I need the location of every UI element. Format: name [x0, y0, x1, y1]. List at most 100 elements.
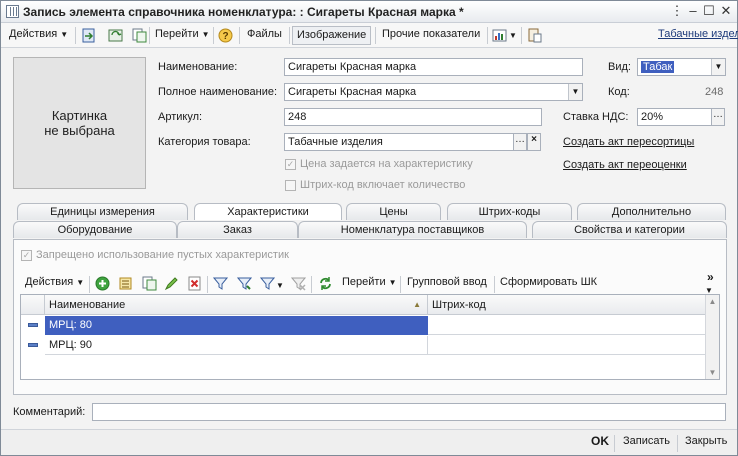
group-link[interactable]: Табачные изделия	[654, 26, 738, 45]
actions-menu[interactable]: Действия ▼	[5, 26, 72, 45]
column-header-barcode[interactable]: Штрих-код	[428, 295, 706, 315]
revaluation-act-link[interactable]: Создать акт переоценки	[563, 159, 687, 171]
toolbar-separator	[239, 27, 240, 44]
forbid-empty-checkbox[interactable]: ✓	[21, 250, 32, 261]
window-title: Запись элемента справочника номенклатура…	[23, 5, 464, 19]
tab-characteristics[interactable]: Характеристики	[194, 203, 342, 220]
scroll-down-icon[interactable]: ▼	[706, 368, 719, 377]
panel-goto-menu[interactable]: Перейти ▼	[338, 274, 401, 293]
forbid-empty-label: Запрещено использование пустых характери…	[36, 249, 289, 261]
toolbar-separator	[521, 27, 522, 44]
save-and-close-icon[interactable]	[81, 28, 96, 43]
category-input[interactable]: Табачные изделия	[284, 133, 514, 151]
report-icon[interactable]	[492, 28, 507, 43]
row-marker-header	[21, 295, 45, 315]
panel-actions-menu[interactable]: Действия ▼	[21, 274, 88, 293]
scroll-up-icon[interactable]: ▲	[706, 297, 719, 306]
footer-separator	[677, 435, 678, 452]
tab-equipment[interactable]: Оборудование	[13, 221, 177, 238]
vertical-scrollbar[interactable]: ▲ ▼	[705, 295, 719, 379]
barcode-includes-qty-label: Штрих-код включает количество	[300, 179, 466, 191]
chevron-down-icon[interactable]: ▼	[568, 84, 582, 100]
cell-name[interactable]: МРЦ: 90	[45, 336, 428, 355]
barcode-includes-qty-checkbox[interactable]	[285, 180, 296, 191]
tab-supplier-nomenclature[interactable]: Номенклатура поставщиков	[298, 221, 527, 238]
edit-icon[interactable]	[164, 276, 179, 291]
delete-icon[interactable]	[187, 276, 202, 291]
close-window-button[interactable]: ✕	[718, 4, 734, 19]
clear-icon[interactable]: ×	[527, 133, 541, 151]
name-input[interactable]: Сигареты Красная марка	[284, 58, 583, 76]
record-window: Запись элемента справочника номенклатура…	[0, 0, 738, 456]
tab-properties-categories[interactable]: Свойства и категории	[532, 221, 727, 238]
cell-barcode[interactable]	[428, 336, 706, 355]
copy-icon[interactable]	[132, 28, 147, 43]
info-icon[interactable]: ⋮	[669, 4, 685, 19]
close-button[interactable]: Закрыть	[681, 433, 731, 452]
name-label: Наименование:	[158, 61, 238, 73]
cell-name[interactable]: МРЦ: 80	[45, 316, 428, 335]
footer-separator	[614, 435, 615, 452]
minimize-button[interactable]: –	[685, 4, 701, 19]
table-row[interactable]: МРЦ: 80	[21, 316, 706, 335]
toolbar-separator	[207, 276, 208, 293]
tab-barcodes[interactable]: Штрих-коды	[447, 203, 572, 220]
goto-menu[interactable]: Перейти ▼	[151, 26, 214, 45]
chevron-down-icon: ▼	[76, 278, 85, 287]
toolbar-separator	[289, 27, 290, 44]
code-label: Код:	[608, 86, 630, 98]
clear-filter-icon[interactable]	[291, 276, 306, 291]
chevron-down-icon: ▼	[388, 278, 397, 287]
filter-by-value-icon[interactable]	[237, 276, 252, 291]
tab-units[interactable]: Единицы измерения	[17, 203, 188, 220]
cell-barcode[interactable]	[428, 316, 706, 335]
toolbar-separator	[487, 27, 488, 44]
regrading-act-link[interactable]: Создать акт пересортицы	[563, 136, 694, 148]
copy-row-icon[interactable]	[142, 276, 157, 291]
add-icon[interactable]	[95, 276, 110, 291]
refresh-list-icon[interactable]	[318, 276, 333, 291]
toolbar: Действия ▼ Перейти ▼ ? Файлы Изображение П…	[1, 23, 738, 48]
vat-input[interactable]: 20%	[637, 108, 712, 126]
tab-additional[interactable]: Дополнительно	[577, 203, 726, 220]
filter-settings-icon[interactable]	[213, 276, 228, 291]
ok-button[interactable]: OK	[587, 433, 613, 452]
group-input-button[interactable]: Групповой ввод	[403, 274, 491, 293]
full-name-input[interactable]: Сигареты Красная марка ▼	[284, 83, 583, 101]
image-button[interactable]: Изображение	[292, 26, 372, 45]
article-label: Артикул:	[158, 111, 203, 123]
article-input[interactable]: 248	[284, 108, 542, 126]
kind-value: Табак	[641, 61, 675, 73]
structure-icon[interactable]	[527, 28, 542, 43]
kind-select[interactable]: Табак ▼	[637, 58, 726, 76]
report-dropdown[interactable]: ▼	[506, 27, 517, 46]
help-icon[interactable]: ?	[218, 28, 233, 43]
column-header-name[interactable]: Наименование ▲	[45, 295, 428, 315]
panel-goto-label: Перейти	[342, 276, 386, 288]
characteristics-table[interactable]: Наименование ▲ Штрих-код МРЦ: 80 МРЦ: 90…	[20, 294, 720, 380]
other-indicators-button[interactable]: Прочие показатели	[378, 26, 484, 45]
files-button[interactable]: Файлы	[243, 26, 286, 45]
select-button[interactable]: …	[513, 133, 527, 151]
actions-menu-label: Действия	[9, 28, 58, 40]
refresh-icon[interactable]	[108, 28, 123, 43]
comment-input[interactable]	[92, 403, 726, 421]
toolbar-separator	[89, 276, 90, 293]
chevron-down-icon[interactable]: ▼	[711, 59, 725, 75]
price-by-characteristic-checkbox[interactable]: ✓	[285, 159, 296, 170]
vat-select-button[interactable]: …	[711, 108, 725, 126]
generate-barcode-button[interactable]: Сформировать ШК	[496, 274, 601, 293]
tab-order[interactable]: Заказ	[177, 221, 298, 238]
panel-actions-label: Действия	[25, 276, 74, 288]
bottom-bar: OK Записать Закрыть	[1, 429, 737, 455]
price-by-characteristic-label: Цена задается на характеристику	[300, 158, 473, 170]
sort-asc-icon: ▲	[413, 300, 421, 309]
picture-placeholder[interactable]: Картинка не выбрана	[13, 57, 146, 189]
table-row[interactable]: МРЦ: 90	[21, 336, 706, 355]
column-name-label: Наименование	[49, 299, 126, 311]
toolbar-separator	[311, 276, 312, 293]
save-button[interactable]: Записать	[619, 433, 674, 452]
tab-prices[interactable]: Цены	[346, 203, 441, 220]
maximize-button[interactable]: ☐	[701, 4, 717, 19]
add-group-icon[interactable]	[118, 276, 133, 291]
